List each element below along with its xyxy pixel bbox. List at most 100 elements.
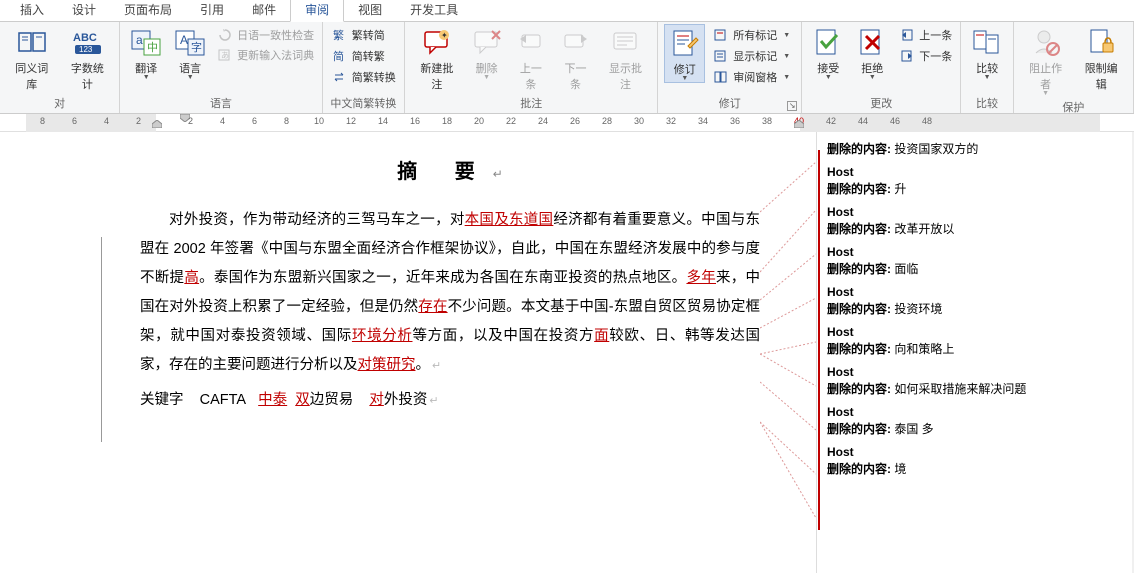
group-chinese-conv: 繁繁转简 简简转繁 简繁转换 中文简繁转换 [323,22,405,113]
horizontal-ruler[interactable]: 8 6 4 2 2 4 6 8 10 12 14 16 18 20 22 24 … [0,114,1134,132]
new-comment-button[interactable]: ✦ 新建批注 [411,24,462,92]
show-markup-dropdown[interactable]: 显示标记▼ [709,47,795,65]
ribbon: 同义词库 ABC123 字数统计 对 a中 翻译 ▼ A字 语言 ▼ 日语一致性… [0,22,1134,114]
tab-design[interactable]: 设计 [58,0,110,21]
markup-vertical-bar [818,150,820,530]
svg-text:123: 123 [79,45,93,54]
dialog-launcher-icon[interactable]: ↘ [787,101,797,111]
prev-comment-button[interactable]: 上一条 [511,24,552,92]
svg-text:あ: あ [221,51,229,60]
prev-icon [899,27,915,43]
revision-item[interactable]: Host删除的内容: 向和策略上 [827,325,1122,357]
svg-text:字: 字 [191,40,202,54]
paragraph-body: 对外投资，作为带动经济的三驾马车之一，对本国及东道国经济都有着重要意义。中国与东… [140,206,760,380]
group-comments: ✦ 新建批注 删除 ▼ 上一条 下一条 显示批注 批注 [405,22,658,113]
tab-mailings[interactable]: 邮件 [238,0,290,21]
t2s-button[interactable]: 繁繁转简 [329,26,399,44]
delete-comment-button[interactable]: 删除 ▼ [467,24,507,81]
translate-icon: a中 [130,26,162,58]
right-indent-icon[interactable] [794,120,804,128]
next-change-button[interactable]: 下一条 [896,47,955,65]
next-comment-icon [560,26,592,58]
accept-icon [812,26,844,58]
indent-marker-icon[interactable] [152,120,162,128]
revision-item[interactable]: Host删除的内容: 如何采取措施来解决问题 [827,365,1122,397]
review-pane-dropdown[interactable]: 审阅窗格▼ [709,68,795,86]
change-bar [101,237,102,442]
ime-update-button[interactable]: あ更新输入法词典 [214,46,317,64]
conv-button[interactable]: 简繁转换 [329,68,399,86]
revision-item[interactable]: Host删除的内容: 境 [827,445,1122,477]
svg-text:中: 中 [147,41,158,54]
accept-button[interactable]: 接受 ▼ [808,24,848,81]
group-changes: 接受 ▼ 拒绝 ▼ 上一条 下一条 更改 [802,22,961,113]
chevron-down-icon: ▼ [681,75,688,82]
prev-comment-icon [515,26,547,58]
chevron-down-icon: ▼ [783,53,790,60]
block-icon [1030,26,1062,58]
tab-references[interactable]: 引用 [186,0,238,21]
reject-button[interactable]: 拒绝 ▼ [852,24,892,81]
heading-abstract: 摘 要↵ [140,152,760,192]
book-icon [16,26,48,58]
chevron-down-icon: ▼ [783,74,790,81]
document-area: 摘 要↵ 对外投资，作为带动经济的三驾马车之一，对本国及东道国经济都有着重要意义… [0,132,1134,573]
next-icon [899,48,915,64]
document-page[interactable]: 摘 要↵ 对外投资，作为带动经济的三驾马车之一，对本国及东道国经济都有着重要意义… [0,132,816,573]
tab-view[interactable]: 视图 [344,0,396,21]
chevron-down-icon: ▼ [187,74,194,81]
tab-layout[interactable]: 页面布局 [110,0,186,21]
chevron-down-icon: ▼ [984,74,991,81]
svg-text:a: a [136,33,143,47]
block-authors-button[interactable]: 阻止作者 ▼ [1020,24,1072,97]
s2t-button[interactable]: 简简转繁 [329,47,399,65]
restrict-edit-button[interactable]: 限制编辑 [1075,24,1127,92]
show-comments-button[interactable]: 显示批注 [600,24,651,92]
group-compare: 比较 ▼ 比较 [961,22,1014,113]
track-icon [669,27,701,59]
delete-comment-icon [471,26,503,58]
next-comment-button[interactable]: 下一条 [555,24,596,92]
revision-item[interactable]: 删除的内容: 投资国家双方的 [827,140,1122,157]
s2t-icon: 简 [332,48,348,64]
markup-icon [713,27,729,43]
reject-icon [856,26,888,58]
new-comment-icon: ✦ [421,26,453,58]
revision-item[interactable]: Host删除的内容: 投资环境 [827,285,1122,317]
prev-change-button[interactable]: 上一条 [896,26,955,44]
group-protect: 阻止作者 ▼ 限制编辑 保护 [1014,22,1134,113]
revision-item[interactable]: Host删除的内容: 泰国 多 [827,405,1122,437]
svg-text:简: 简 [333,49,344,63]
revisions-panel[interactable]: 删除的内容: 投资国家双方的 Host删除的内容: 升 Host删除的内容: 改… [816,132,1132,573]
keywords-line: 关键字 CAFTA 中泰 双边贸易 对外投资↵ [140,386,760,415]
chevron-down-icon: ▼ [143,74,150,81]
show-markup-icon [713,48,729,64]
group-language: a中 翻译 ▼ A字 语言 ▼ 日语一致性检查 あ更新输入法词典 语言 [120,22,323,113]
chevron-down-icon: ▼ [869,74,876,81]
revision-item[interactable]: Host删除的内容: 面临 [827,245,1122,277]
wordcount-button[interactable]: ABC123 字数统计 [62,24,114,92]
track-changes-button[interactable]: 修订 ▼ [664,24,705,83]
chevron-down-icon: ▼ [783,32,790,39]
chevron-down-icon: ▼ [1042,90,1049,97]
display-for-review-dropdown[interactable]: 所有标记▼ [709,26,795,44]
jp-consistency-button[interactable]: 日语一致性检查 [214,26,317,44]
t2s-icon: 繁 [332,27,348,43]
ribbon-tabs: 插入 设计 页面布局 引用 邮件 审阅 视图 开发工具 [0,0,1134,22]
revision-item[interactable]: Host删除的内容: 改革开放以 [827,205,1122,237]
tab-insert[interactable]: 插入 [6,0,58,21]
svg-text:繁: 繁 [333,28,344,42]
conv-icon [332,69,348,85]
tab-review[interactable]: 审阅 [290,0,344,22]
thesaurus-button[interactable]: 同义词库 [6,24,58,92]
group-proofing: 同义词库 ABC123 字数统计 对 [0,22,120,113]
svg-text:ABC: ABC [73,32,97,44]
revision-item[interactable]: Host删除的内容: 升 [827,165,1122,197]
wordcount-icon: ABC123 [71,26,103,58]
tab-developer[interactable]: 开发工具 [396,0,472,21]
compare-button[interactable]: 比较 ▼ [967,24,1007,81]
show-comments-icon [610,26,642,58]
svg-text:✦: ✦ [441,31,448,40]
translate-button[interactable]: a中 翻译 ▼ [126,24,166,81]
language-button[interactable]: A字 语言 ▼ [170,24,210,81]
